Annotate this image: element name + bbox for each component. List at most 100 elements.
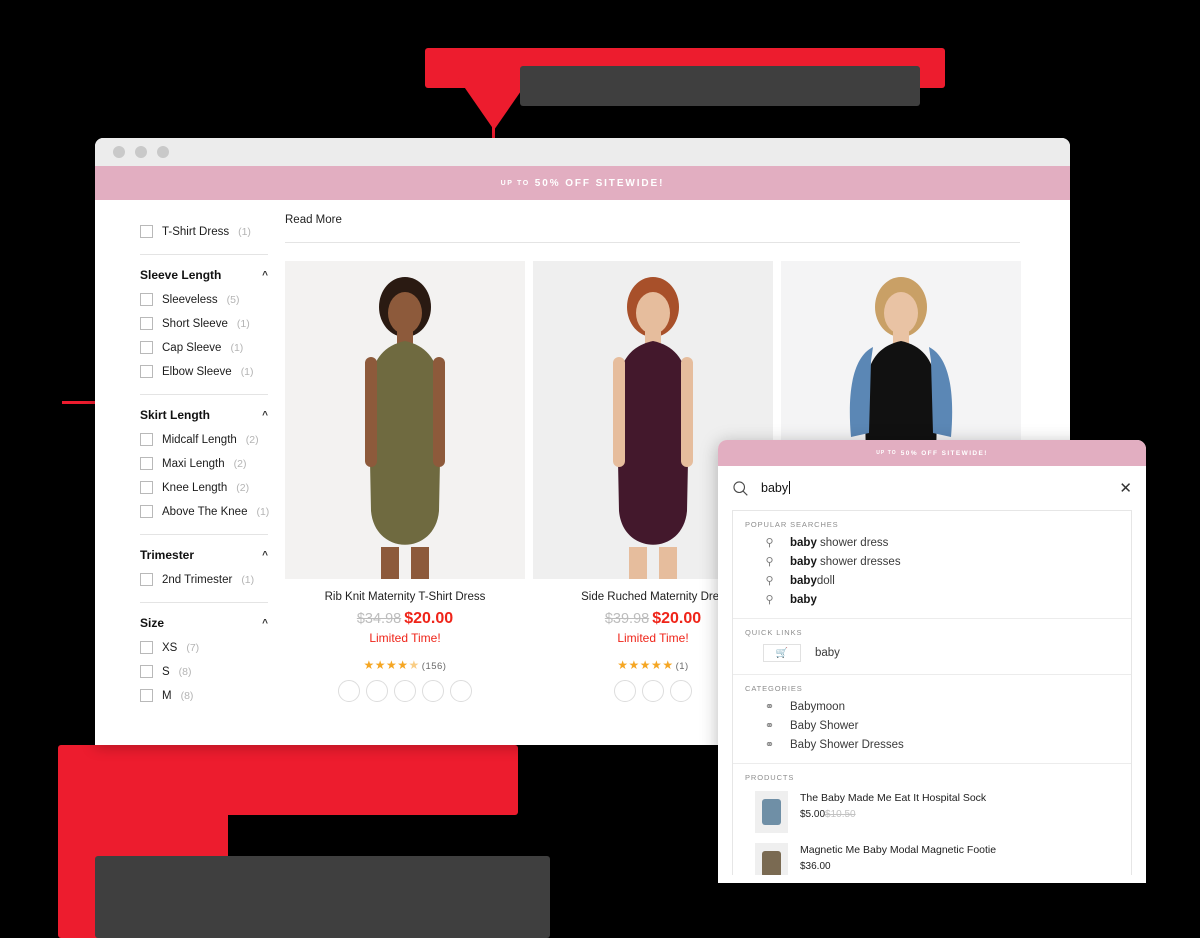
checkbox-icon[interactable] xyxy=(140,341,153,354)
filter-option[interactable]: Short Sleeve (1) xyxy=(140,317,265,330)
category-item[interactable]: ⚭ Baby Shower xyxy=(733,716,1131,735)
checkbox-icon[interactable] xyxy=(140,665,153,678)
filter-option[interactable]: Midcalf Length (2) xyxy=(140,433,265,446)
search-bar: baby ✕ xyxy=(718,466,1146,510)
tag-icon: ⚭ xyxy=(764,701,775,713)
filter-option[interactable]: Maxi Length (2) xyxy=(140,457,265,470)
filter-option-tshirt-dress[interactable]: T-Shirt Dress (1) xyxy=(140,225,265,238)
search-overlay-window: UP TO 50% OFF SITEWIDE! baby ✕ POPULAR S… xyxy=(718,440,1146,883)
window-close-dot[interactable] xyxy=(113,146,125,158)
filter-group-header-3[interactable]: Size ^ xyxy=(140,616,268,630)
promo-banner[interactable]: UP TO 50% OFF SITEWIDE! xyxy=(95,166,1070,200)
category-item[interactable]: ⚭ Baby Shower Dresses xyxy=(733,735,1131,754)
color-swatch[interactable] xyxy=(642,680,664,702)
search-input[interactable]: baby xyxy=(761,481,1107,495)
quick-links-list: 🛒 baby xyxy=(733,641,1131,665)
filter-option[interactable]: S (8) xyxy=(140,665,265,678)
search-product-info: Magnetic Me Baby Modal Magnetic Footie $3… xyxy=(800,843,996,875)
filter-group-header-0[interactable]: Sleeve Length ^ xyxy=(140,268,268,282)
checkbox-icon[interactable] xyxy=(140,689,153,702)
search-small-icon: ⚲ xyxy=(765,575,774,587)
search-product-name: Magnetic Me Baby Modal Magnetic Footie xyxy=(800,844,997,856)
filter-option[interactable]: Knee Length (2) xyxy=(140,481,265,494)
read-more-link[interactable]: Read More xyxy=(285,214,1070,226)
checkbox-icon[interactable] xyxy=(140,457,153,470)
checkbox-icon[interactable] xyxy=(140,365,153,378)
popular-search-item[interactable]: ⚲ baby shower dresses xyxy=(733,552,1131,571)
filter-option-count: (1) xyxy=(240,365,254,378)
color-swatch[interactable] xyxy=(670,680,692,702)
checkbox-icon[interactable] xyxy=(140,225,153,238)
color-swatch[interactable] xyxy=(394,680,416,702)
filter-option[interactable]: Elbow Sleeve (1) xyxy=(140,365,265,378)
search-small-icon: ⚲ xyxy=(765,537,774,549)
product-price-sale: $20.00 xyxy=(652,610,702,627)
search-icon[interactable] xyxy=(732,480,749,497)
popular-search-item[interactable]: ⚲ babydoll xyxy=(733,571,1131,590)
popular-search-text: baby xyxy=(790,593,817,606)
window-maximize-dot[interactable] xyxy=(157,146,169,158)
color-swatch[interactable] xyxy=(366,680,388,702)
close-icon[interactable]: ✕ xyxy=(1119,479,1132,497)
product-rating[interactable]: ★★★★★ (156) xyxy=(285,658,525,672)
filter-option-count: (5) xyxy=(226,293,240,306)
checkbox-icon[interactable] xyxy=(140,641,153,654)
product-name[interactable]: Rib Knit Maternity T-Shirt Dress xyxy=(285,591,525,603)
search-promo-banner[interactable]: UP TO 50% OFF SITEWIDE! xyxy=(718,440,1146,466)
checkbox-icon[interactable] xyxy=(140,317,153,330)
filter-option-label: S xyxy=(162,665,170,678)
product-card[interactable]: Rib Knit Maternity T-Shirt Dress $34.98 $2… xyxy=(285,261,525,702)
products-section: PRODUCTS The Baby Made Me Eat It Hospita… xyxy=(733,764,1131,875)
search-product-info: The Baby Made Me Eat It Hospital Sock $5.… xyxy=(800,791,986,823)
filter-group-header-1[interactable]: Skirt Length ^ xyxy=(140,408,268,422)
window-minimize-dot[interactable] xyxy=(135,146,147,158)
checkbox-icon[interactable] xyxy=(140,573,153,586)
filter-option-count: (1) xyxy=(236,317,250,330)
product-photo[interactable] xyxy=(285,261,525,579)
color-swatch[interactable] xyxy=(450,680,472,702)
category-label: Baby Shower xyxy=(790,719,859,732)
checkbox-icon[interactable] xyxy=(140,505,153,518)
category-item[interactable]: ⚭ Babymoon xyxy=(733,697,1131,716)
search-product-price: $5.00$10.50 xyxy=(800,808,856,820)
popular-search-item[interactable]: ⚲ baby xyxy=(733,590,1131,609)
popular-search-item[interactable]: ⚲ baby shower dress xyxy=(733,533,1131,552)
search-product-item[interactable]: The Baby Made Me Eat It Hospital Sock $5.… xyxy=(733,786,1131,838)
filter-option-label: Midcalf Length xyxy=(162,433,237,446)
filter-option-count: (1) xyxy=(230,341,244,354)
filter-option[interactable]: M (8) xyxy=(140,689,265,702)
filter-option-label: Maxi Length xyxy=(162,457,225,470)
search-product-item[interactable]: Magnetic Me Baby Modal Magnetic Footie $3… xyxy=(733,838,1131,875)
filter-group-title: Size xyxy=(140,616,165,630)
product-thumbnail xyxy=(755,791,788,833)
filter-option[interactable]: Sleeveless (5) xyxy=(140,293,265,306)
promo-banner-prefix: UP TO xyxy=(500,179,530,187)
filter-option-label: Short Sleeve xyxy=(162,317,228,330)
search-small-icon: ⚲ xyxy=(765,594,774,606)
color-swatch[interactable] xyxy=(338,680,360,702)
filter-divider xyxy=(140,534,268,535)
filter-sidebar: T-Shirt Dress (1) Sleeve Length ^ Sleevele… xyxy=(95,200,269,745)
filter-option-count: (2) xyxy=(233,457,247,470)
checkbox-icon[interactable] xyxy=(140,293,153,306)
quick-link-item[interactable]: 🛒 baby xyxy=(733,641,1131,665)
filter-option[interactable]: Cap Sleeve (1) xyxy=(140,341,265,354)
text-caret xyxy=(789,481,791,494)
product-price-row: $34.98 $20.00 xyxy=(285,610,525,628)
color-swatch[interactable] xyxy=(422,680,444,702)
filter-option-label: Knee Length xyxy=(162,481,228,494)
filter-option-count: (8) xyxy=(180,689,194,702)
popular-searches-list: ⚲ baby shower dress ⚲ baby shower dresses ⚲ b… xyxy=(733,533,1131,609)
product-image[interactable] xyxy=(285,261,525,579)
filter-option-label: T-Shirt Dress xyxy=(162,225,230,238)
popular-search-text: babydoll xyxy=(790,574,835,587)
checkbox-icon[interactable] xyxy=(140,433,153,446)
filter-option[interactable]: Above The Knee (1) xyxy=(140,505,269,518)
filter-option[interactable]: XS (7) xyxy=(140,641,265,654)
filter-option[interactable]: 2nd Trimester (1) xyxy=(140,573,265,586)
color-swatch[interactable] xyxy=(614,680,636,702)
checkbox-icon[interactable] xyxy=(140,481,153,494)
filter-group-title: Sleeve Length xyxy=(140,268,222,282)
filter-group-header-2[interactable]: Trimester ^ xyxy=(140,548,268,562)
filter-option-label: Elbow Sleeve xyxy=(162,365,232,378)
